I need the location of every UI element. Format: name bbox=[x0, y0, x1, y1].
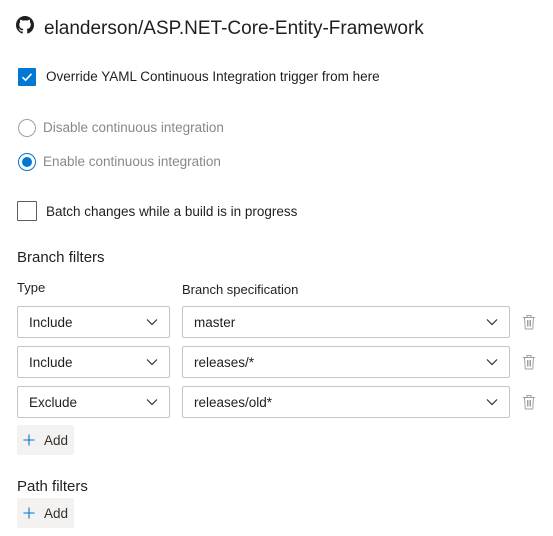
branch-spec-column-header: Branch specification bbox=[182, 282, 299, 297]
override-yaml-checkbox[interactable] bbox=[18, 68, 36, 86]
chevron-down-icon bbox=[486, 399, 498, 406]
dropdown-value: Include bbox=[29, 314, 73, 330]
add-button-label: Add bbox=[43, 432, 68, 448]
dropdown-value: master bbox=[194, 314, 236, 330]
delete-trash-icon[interactable] bbox=[522, 314, 536, 330]
plus-icon bbox=[23, 507, 35, 519]
chevron-down-icon bbox=[486, 319, 498, 326]
github-icon bbox=[16, 16, 34, 34]
branch-spec-dropdown[interactable]: releases/old* bbox=[182, 386, 510, 418]
enable-ci-label: Enable continuous integration bbox=[43, 154, 221, 169]
branch-spec-dropdown[interactable]: master bbox=[182, 306, 510, 338]
branch-filter-type-dropdown[interactable]: Exclude bbox=[17, 386, 170, 418]
dropdown-value: releases/old* bbox=[194, 394, 273, 410]
batch-changes-checkbox[interactable] bbox=[17, 201, 37, 221]
branch-filter-type-dropdown[interactable]: Include bbox=[17, 306, 170, 338]
disable-ci-radio[interactable] bbox=[18, 119, 36, 137]
plus-icon bbox=[23, 434, 35, 446]
type-column-header: Type bbox=[17, 280, 46, 295]
branch-filter-type-dropdown[interactable]: Include bbox=[17, 346, 170, 378]
override-yaml-label: Override YAML Continuous Integration tri… bbox=[46, 69, 380, 84]
batch-changes-label: Batch changes while a build is in progre… bbox=[46, 204, 298, 219]
chevron-down-icon bbox=[146, 399, 158, 406]
path-filters-title: Path filters bbox=[17, 478, 88, 495]
chevron-down-icon bbox=[146, 359, 158, 366]
enable-ci-radio[interactable] bbox=[18, 153, 36, 171]
chevron-down-icon bbox=[486, 359, 498, 366]
radio-selected-dot bbox=[22, 157, 32, 167]
add-branch-filter-button[interactable]: Add bbox=[17, 425, 74, 455]
dropdown-value: Include bbox=[29, 354, 73, 370]
chevron-down-icon bbox=[146, 319, 158, 326]
add-button-label: Add bbox=[43, 505, 68, 521]
dropdown-value: Exclude bbox=[29, 394, 78, 410]
dropdown-value: releases/* bbox=[194, 354, 255, 370]
checkmark-icon bbox=[21, 73, 33, 82]
branch-filters-title: Branch filters bbox=[17, 249, 105, 266]
disable-ci-label: Disable continuous integration bbox=[43, 120, 224, 135]
repo-title: elanderson/ASP.NET-Core-Entity-Framework bbox=[44, 18, 424, 39]
delete-trash-icon[interactable] bbox=[522, 354, 536, 370]
delete-trash-icon[interactable] bbox=[522, 394, 536, 410]
add-path-filter-button[interactable]: Add bbox=[17, 498, 74, 528]
branch-spec-dropdown[interactable]: releases/* bbox=[182, 346, 510, 378]
